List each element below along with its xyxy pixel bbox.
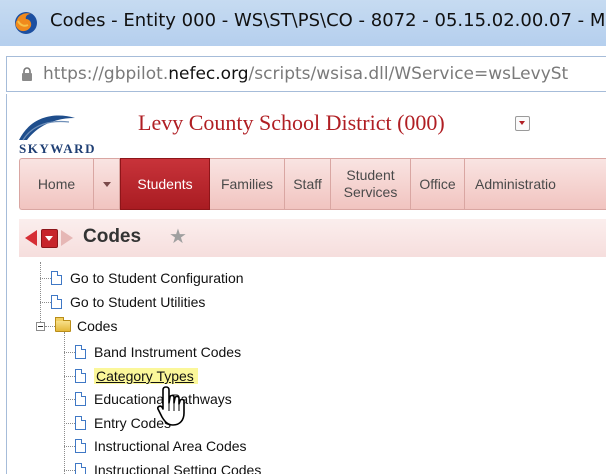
tree-connector [64,470,75,471]
folder-open-icon [55,317,71,332]
tree-connector [64,352,75,353]
tree-item-category-types[interactable]: Category Types [75,366,198,386]
tree-connector [40,302,51,303]
tree-item-label: Band Instrument Codes [94,344,242,360]
tree-folder-label: Codes [77,318,118,334]
document-icon [75,416,86,430]
document-icon [75,392,86,406]
address-bar[interactable]: https://gbpilot.nefec.org/scripts/wsisa.… [6,56,606,92]
document-icon [75,345,86,359]
tree-connector [64,332,65,474]
window-title: Codes - Entity 000 - WS\ST\PS\CO - 8072 … [50,10,606,31]
document-icon [51,271,62,285]
lock-icon [22,67,32,81]
document-icon [75,463,86,474]
tree-item-label: Go to Student Utilities [70,294,206,310]
browser-window: Codes - Entity 000 - WS\ST\PS\CO - 8072 … [0,0,606,474]
collapse-toggle-icon[interactable] [36,322,45,331]
url-text: https://gbpilot.nefec.org/scripts/wsisa.… [43,64,568,84]
tree-item-student-utilities[interactable]: Go to Student Utilities [51,292,205,312]
tree-item-label[interactable]: Category Types [94,368,198,384]
url-path: /scripts/wsisa.dll/WService=wsLevySt [248,64,569,84]
tree-connector [64,376,75,377]
tree-connector [64,399,75,400]
tree-connector [64,423,75,424]
tree-item-label: Instructional Setting Codes [94,462,262,474]
tree-folder-codes[interactable]: Codes [55,316,117,336]
firefox-icon [15,12,37,34]
document-icon [51,295,62,309]
page-content: SKYWARD Levy County School District (000… [6,94,606,474]
tree-item-instructional-setting-codes[interactable]: Instructional Setting Codes [75,460,261,474]
tree-item-label: Go to Student Configuration [70,270,244,286]
url-prefix: https://gbpilot. [43,64,169,84]
tree-connector [40,278,51,279]
tree-item-student-configuration[interactable]: Go to Student Configuration [51,268,244,288]
title-bar: Codes - Entity 000 - WS\ST\PS\CO - 8072 … [0,0,606,46]
tree-item-educational-pathways[interactable]: Educational Pathways [75,389,232,409]
tree-item-instructional-area-codes[interactable]: Instructional Area Codes [75,436,247,456]
tree-connector [40,262,41,326]
hand-pointer-icon [157,386,185,426]
tree-item-band-instrument-codes[interactable]: Band Instrument Codes [75,342,241,362]
navigation-tree: Go to Student Configuration Go to Studen… [7,94,606,474]
document-icon [75,369,86,383]
tree-connector [45,326,55,327]
tree-connector [64,446,75,447]
url-domain: nefec.org [168,64,249,84]
tree-item-label: Instructional Area Codes [94,438,247,454]
document-icon [75,439,86,453]
